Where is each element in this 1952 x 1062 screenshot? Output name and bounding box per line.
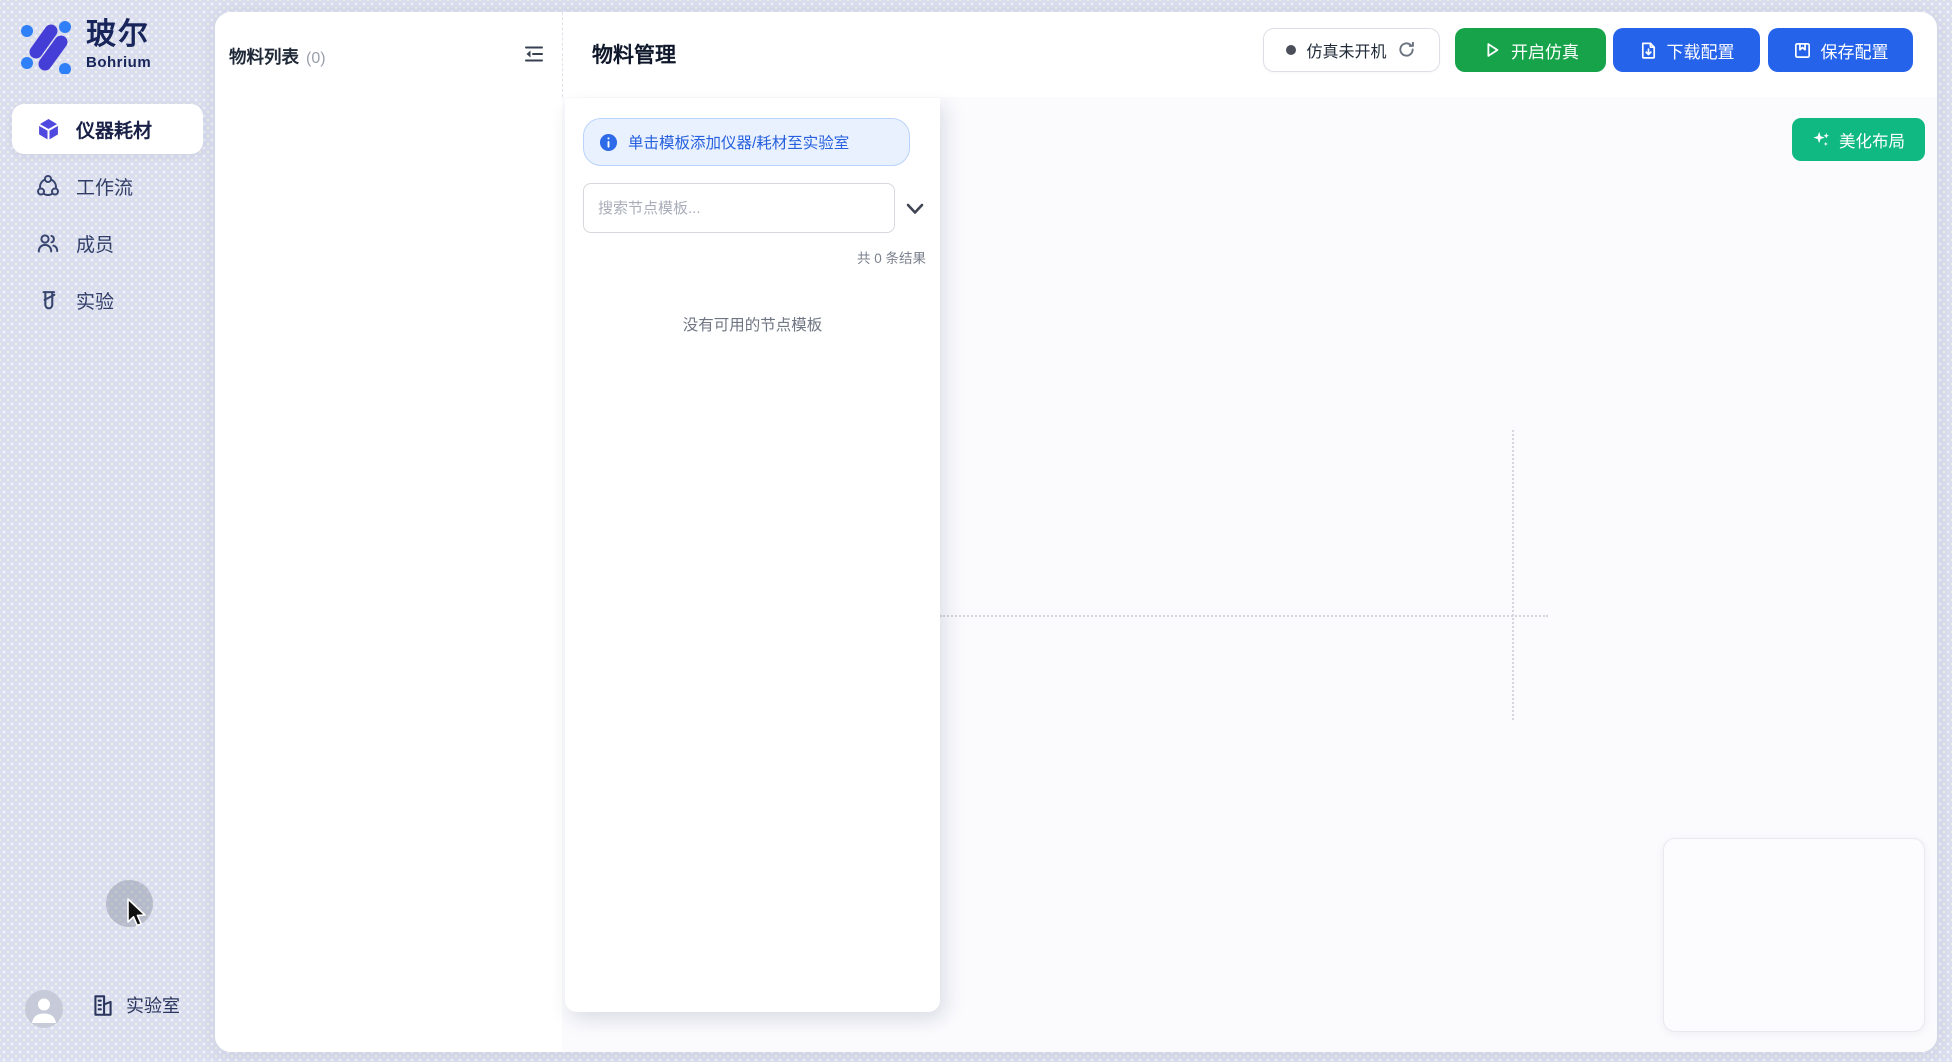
page-title: 物料管理 xyxy=(592,39,676,69)
play-icon xyxy=(1482,40,1502,60)
brand-subtitle: Bohrium xyxy=(86,54,151,71)
sidebar-item-instruments[interactable]: 仪器耗材 xyxy=(12,104,203,154)
sidebar-item-label: 工作流 xyxy=(76,173,133,200)
header-vertical-divider xyxy=(562,12,563,97)
refresh-icon xyxy=(1397,40,1416,59)
start-simulation-button[interactable]: 开启仿真 xyxy=(1455,28,1606,72)
menu-fold-icon xyxy=(523,43,545,65)
info-icon xyxy=(599,133,618,152)
hint-banner: 单击模板添加仪器/耗材至实验室 xyxy=(583,118,910,166)
collapse-panel-button[interactable] xyxy=(523,43,545,65)
save-config-label: 保存配置 xyxy=(1821,38,1889,63)
sidebar-nav: 仪器耗材 工作流 成员 xyxy=(12,104,203,332)
search-row xyxy=(565,183,940,233)
start-simulation-label: 开启仿真 xyxy=(1511,38,1579,63)
lab-label: 实验室 xyxy=(126,992,180,1018)
canvas-guide-vertical xyxy=(1512,430,1514,720)
experiment-icon xyxy=(36,288,60,312)
sidebar-item-label: 成员 xyxy=(76,230,114,257)
save-config-button[interactable]: 保存配置 xyxy=(1768,28,1913,72)
sidebar-item-members[interactable]: 成员 xyxy=(12,218,203,268)
sidebar-footer: 实验室 xyxy=(0,990,215,1038)
material-list-header: 物料列表 (0) xyxy=(229,44,326,69)
workflow-icon xyxy=(36,174,60,198)
avatar[interactable] xyxy=(25,990,63,1028)
canvas-guide-horizontal xyxy=(940,615,1548,617)
save-icon xyxy=(1793,41,1812,60)
brand-logo: 玻尔 Bohrium xyxy=(16,18,151,74)
members-icon xyxy=(36,231,60,255)
sidebar-item-label: 仪器耗材 xyxy=(76,116,152,143)
material-list-panel: 物料列表 (0) xyxy=(215,12,562,1052)
download-config-label: 下载配置 xyxy=(1667,38,1735,63)
expand-filters-button[interactable] xyxy=(902,200,928,220)
bohrium-logo-icon xyxy=(16,18,76,74)
results-count: 共 0 条结果 xyxy=(565,247,940,267)
status-dot xyxy=(1286,45,1296,55)
refresh-status-button[interactable] xyxy=(1397,40,1417,60)
file-download-icon xyxy=(1639,41,1658,60)
beautify-layout-button[interactable]: 美化布局 xyxy=(1792,118,1925,161)
main-card: 物料列表 (0) 物料管理 仿真未开机 开启仿真 xyxy=(215,12,1937,1052)
beautify-layout-label: 美化布局 xyxy=(1839,128,1905,152)
sidebar-item-lab[interactable]: 实验室 xyxy=(90,992,180,1018)
lab-building-icon xyxy=(90,992,116,1018)
download-config-button[interactable]: 下载配置 xyxy=(1613,28,1760,72)
simulation-status-pill[interactable]: 仿真未开机 xyxy=(1263,28,1440,72)
search-input[interactable] xyxy=(583,183,895,233)
sparkles-icon xyxy=(1812,130,1831,149)
minimap[interactable] xyxy=(1663,838,1925,1032)
brand-name: 玻尔 xyxy=(86,18,151,52)
hint-text: 单击模板添加仪器/耗材至实验室 xyxy=(628,131,849,153)
sidebar: 玻尔 Bohrium 仪器耗材 工作流 xyxy=(0,0,215,1062)
node-template-panel: 单击模板添加仪器/耗材至实验室 共 0 条结果 没有可用的节点模板 xyxy=(565,98,940,1012)
sidebar-item-label: 实验 xyxy=(76,287,114,314)
chevron-down-icon xyxy=(903,200,927,218)
cube-icon xyxy=(36,117,60,141)
sidebar-item-experiments[interactable]: 实验 xyxy=(12,275,203,325)
material-list-count: (0) xyxy=(306,50,326,68)
sidebar-item-workflow[interactable]: 工作流 xyxy=(12,161,203,211)
empty-state-text: 没有可用的节点模板 xyxy=(565,313,940,335)
status-text: 仿真未开机 xyxy=(1306,38,1386,62)
material-list-title: 物料列表 xyxy=(229,44,299,69)
